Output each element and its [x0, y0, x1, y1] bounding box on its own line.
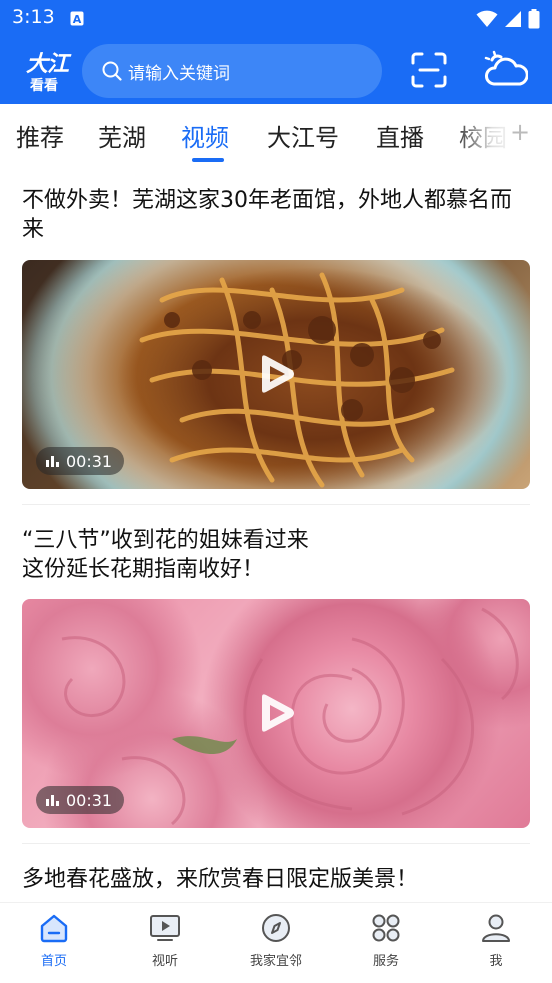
duration-badge: 00:31 [36, 786, 125, 814]
article-title[interactable]: 多地春花盛放，来欣赏春日限定版美景！ [22, 865, 530, 894]
video-duration: 00:31 [66, 451, 113, 471]
play-icon[interactable] [254, 352, 298, 396]
tabs-fade-overlay [452, 104, 552, 166]
nav-label: 视听 [151, 954, 178, 969]
nav-me[interactable]: 我 [451, 913, 541, 969]
article-title-line1[interactable]: “三八节”收到花的姐妹看过来 [22, 526, 530, 555]
home-icon [9, 913, 99, 947]
notification-a-icon: A [70, 11, 84, 26]
article-title[interactable]: 不做外卖！芜湖这家30年老面馆，外地人都慕名而来 [22, 186, 530, 244]
bar-chart-icon [46, 791, 60, 810]
bar-chart-icon [46, 452, 60, 471]
bottom-navigation: 首页 视听 我家宜邻 服务 我 [0, 902, 552, 983]
feed-item[interactable]: “三八节”收到花的姐妹看过来 这份延长花期指南收好！ [22, 526, 530, 584]
user-icon [451, 913, 541, 947]
nav-home[interactable]: 首页 [9, 913, 99, 969]
divider [22, 504, 530, 505]
article-title-line2[interactable]: 这份延长花期指南收好！ [22, 555, 530, 584]
video-screen-icon [120, 913, 210, 947]
play-icon[interactable] [254, 691, 298, 735]
nav-label: 首页 [40, 954, 67, 969]
active-tab-indicator [192, 158, 224, 162]
add-channel-button[interactable]: + [510, 118, 530, 146]
app-header: 大江 看看 请输入关键词 [0, 38, 552, 104]
scan-icon[interactable] [410, 52, 448, 92]
logo-text-line1: 大江 [26, 51, 69, 77]
app-logo: 大江 看看 [24, 46, 74, 96]
wifi-icon [476, 10, 498, 32]
duration-badge: 00:31 [36, 447, 125, 475]
tab-dajianghao[interactable]: 大江号 [267, 118, 339, 153]
video-thumbnail[interactable]: 00:31 [22, 260, 530, 489]
nav-video[interactable]: 视听 [120, 913, 210, 969]
search-icon [102, 61, 122, 85]
weather-cloud-icon[interactable] [484, 50, 529, 94]
status-indicators [476, 9, 540, 33]
svg-text:A: A [73, 13, 82, 26]
tab-wuhu[interactable]: 芜湖 [98, 118, 146, 153]
tab-live[interactable]: 直播 [376, 118, 424, 153]
grid-icon [341, 913, 431, 947]
nav-label: 我家宜邻 [249, 954, 302, 969]
tab-recommend[interactable]: 推荐 [16, 118, 64, 153]
tab-video[interactable]: 视频 [181, 118, 229, 153]
divider [22, 843, 530, 844]
logo-text-line2: 看看 [30, 78, 58, 94]
status-bar: 3:13 A [0, 0, 552, 38]
feed-item[interactable]: 不做外卖！芜湖这家30年老面馆，外地人都慕名而来 [22, 186, 530, 244]
status-time: 3:13 [12, 6, 55, 28]
channel-tabs: 推荐 芜湖 视频 大江号 直播 校园 + [0, 104, 552, 166]
video-duration: 00:31 [66, 790, 113, 810]
nav-label: 服务 [372, 954, 399, 969]
compass-icon [231, 913, 321, 947]
search-input[interactable]: 请输入关键词 [82, 44, 382, 98]
cellular-signal-icon [504, 10, 522, 32]
video-thumbnail[interactable]: 00:31 [22, 599, 530, 828]
feed-item[interactable]: 多地春花盛放，来欣赏春日限定版美景！ [22, 865, 530, 894]
search-placeholder: 请输入关键词 [128, 64, 230, 84]
video-feed: 不做外卖！芜湖这家30年老面馆，外地人都慕名而来 00:31 “三八节”收到花的… [0, 166, 552, 902]
nav-services[interactable]: 服务 [341, 913, 431, 969]
nav-label: 我 [489, 954, 503, 969]
battery-icon [528, 9, 540, 33]
nav-neighbors[interactable]: 我家宜邻 [231, 913, 321, 969]
